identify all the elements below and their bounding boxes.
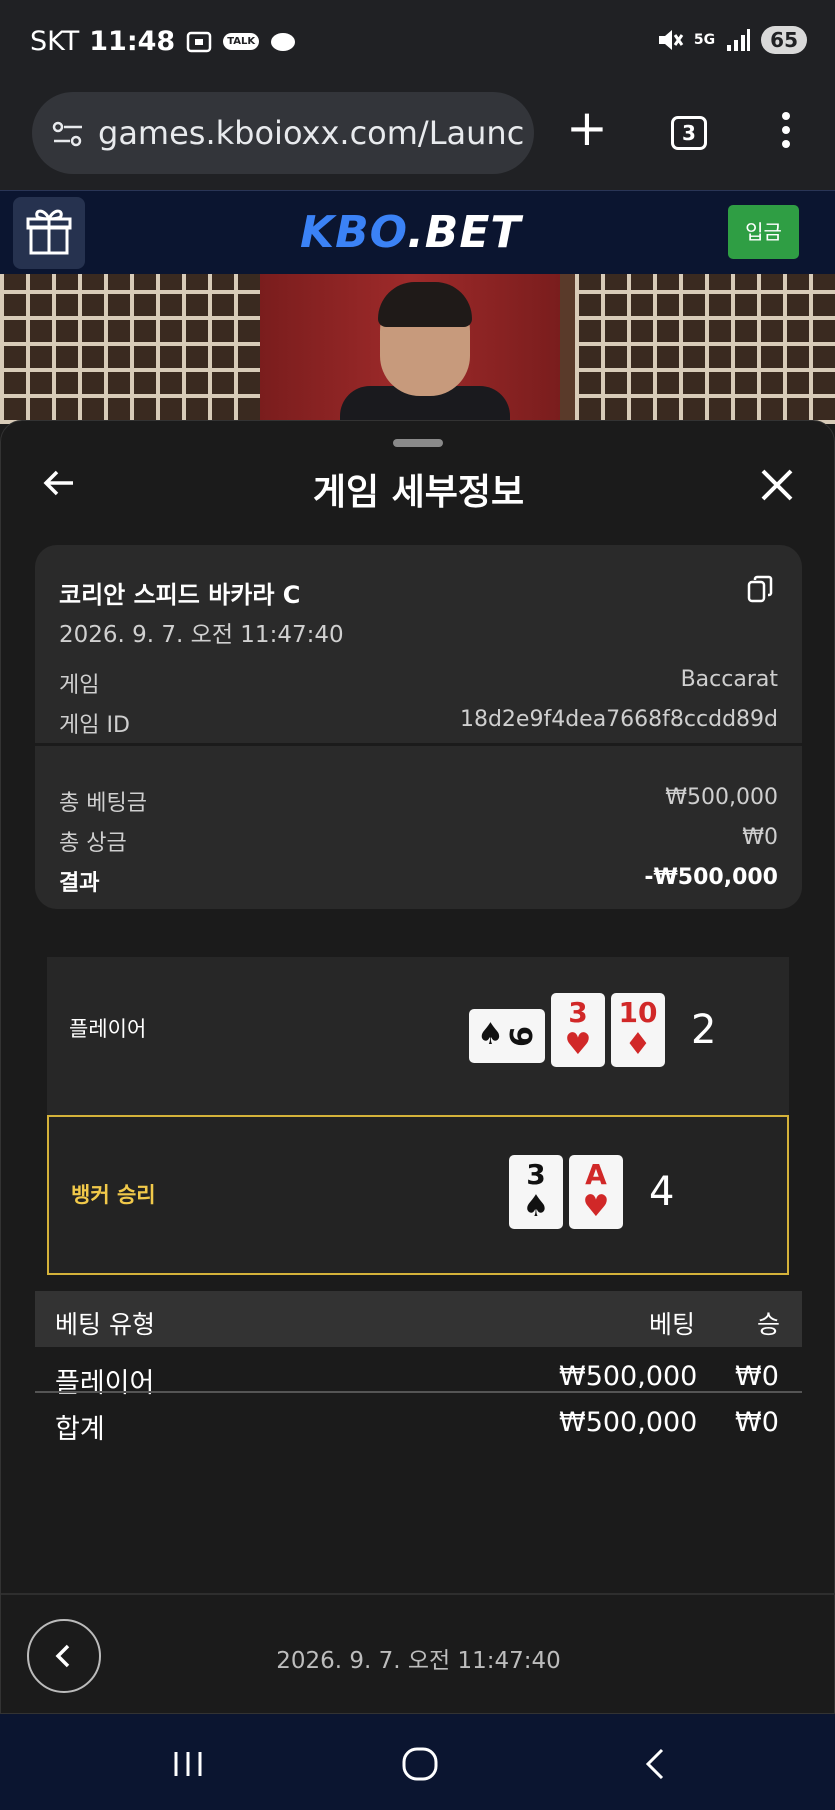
plus-icon[interactable]: + [566, 103, 608, 153]
game-details-sheet: 게임 세부정보 코리안 스피드 바카라 C 2026. 9. 7. 오전 11:… [0, 420, 835, 1714]
divider [1, 1593, 835, 1595]
site-header: KBO.BET 입금 [0, 190, 835, 274]
table-row: 플레이어 ₩500,000 ₩0 [55, 1361, 779, 1399]
copy-icon[interactable] [747, 575, 773, 603]
player-score: 2 [691, 1007, 717, 1053]
network-label: 5G [693, 32, 716, 48]
playing-card: 10 ♦ [611, 993, 665, 1067]
signal-icon [727, 29, 751, 51]
info-row-game: 게임 Baccarat [59, 667, 778, 698]
result-row: 결과 -₩500,000 [59, 865, 778, 896]
system-nav-bar [0, 1714, 835, 1810]
playing-card: 3 ♠ [509, 1155, 563, 1229]
playing-card: ♠ 9 [469, 1009, 545, 1063]
playing-card: 3 ♥ [551, 993, 605, 1067]
gift-icon [26, 209, 72, 255]
round-datetime: 2026. 9. 7. 오전 11:47:40 [276, 1648, 561, 1674]
recent-apps-icon[interactable] [168, 1744, 208, 1784]
player-label: 플레이어 [69, 1017, 147, 1041]
site-logo[interactable]: KBO.BET [300, 207, 521, 258]
gift-button[interactable] [13, 197, 85, 269]
home-icon[interactable] [400, 1744, 440, 1784]
tabs-icon[interactable]: 3 [671, 116, 707, 150]
system-back-icon[interactable] [636, 1744, 676, 1784]
bet-table-header: 베팅 유형 베팅 승 [35, 1291, 802, 1347]
playing-card: A ♥ [569, 1155, 623, 1229]
game-datetime: 2026. 9. 7. 오전 11:47:40 [59, 622, 344, 648]
carrier: SKT [30, 26, 80, 57]
mute-icon [658, 30, 684, 50]
table-total-row: 합계 ₩500,000 ₩0 [55, 1407, 779, 1445]
live-video-stream [0, 274, 835, 424]
battery-indicator: 65 [761, 26, 807, 54]
status-bar: SKT 11:48 TALK 5G 65 [0, 0, 835, 88]
talk-icon: TALK [223, 33, 260, 50]
url-text[interactable]: games.kboioxx.com/Launch0 [98, 114, 524, 152]
info-row-game-id: 게임 ID 18d2e9f4dea7668f8ccdd89d [59, 707, 778, 738]
player-hand-panel: 플레이어 ♠ 9 3 ♥ 10 ♦ 2 [47, 957, 789, 1117]
browser-toolbar: games.kboioxx.com/Launch0 + 3 [0, 88, 835, 190]
screenshot-icon [186, 31, 212, 52]
clock: 11:48 [89, 26, 176, 57]
banker-hand-panel: 뱅커 승리 3 ♠ A ♥ 4 [47, 1115, 789, 1275]
menu-icon[interactable] [776, 112, 796, 156]
total-prize-row: 총 상금 ₩0 [59, 825, 778, 856]
game-info-card: 코리안 스피드 바카라 C 2026. 9. 7. 오전 11:47:40 게임… [35, 545, 802, 909]
close-icon[interactable] [757, 465, 797, 505]
banker-win-label: 뱅커 승리 [71, 1183, 156, 1207]
cloud-chat-icon [271, 32, 296, 51]
address-bar[interactable]: games.kboioxx.com/Launch0 [32, 92, 534, 174]
deposit-button[interactable]: 입금 [728, 205, 799, 259]
banker-score: 4 [649, 1169, 675, 1215]
divider [35, 743, 802, 746]
sheet-title: 게임 세부정보 [312, 472, 525, 513]
drag-handle[interactable] [393, 439, 443, 447]
game-name: 코리안 스피드 바카라 C [59, 581, 301, 609]
total-bet-row: 총 베팅금 ₩500,000 [59, 785, 778, 816]
tune-icon[interactable] [52, 120, 84, 148]
